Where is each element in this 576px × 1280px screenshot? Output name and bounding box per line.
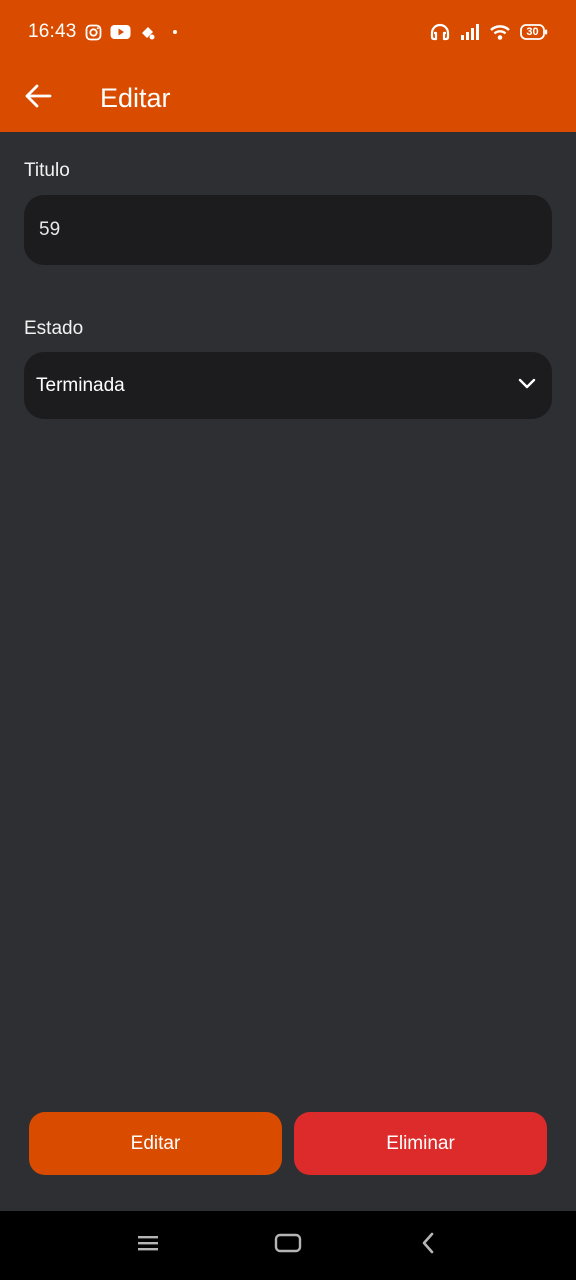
status-time: 16:43	[28, 21, 77, 42]
home-icon	[274, 1233, 302, 1258]
app-bar: Editar	[0, 64, 576, 132]
navigation-bar	[0, 1211, 576, 1280]
dot-icon	[172, 29, 178, 35]
youtube-icon	[110, 24, 131, 40]
status-left: 16:43	[28, 21, 178, 43]
signal-icon	[460, 23, 480, 41]
menu-icon	[137, 1234, 159, 1257]
back-icon	[421, 1232, 435, 1259]
state-select-value: Terminada	[36, 374, 125, 396]
instagram-icon	[85, 24, 102, 41]
wifi-icon	[489, 23, 511, 41]
system-back-button[interactable]	[408, 1226, 448, 1266]
battery-icon: 30	[520, 23, 548, 41]
status-right: 30	[429, 22, 548, 42]
page-title: Editar	[100, 82, 171, 113]
home-button[interactable]	[268, 1226, 308, 1266]
battery-level: 30	[526, 26, 539, 38]
headset-icon	[429, 22, 451, 42]
edit-button[interactable]: Editar	[29, 1112, 282, 1175]
edit-form: Titulo Estado Terminada	[24, 132, 552, 419]
chevron-down-icon	[518, 377, 536, 395]
title-label: Titulo	[24, 160, 70, 181]
back-button[interactable]	[0, 64, 76, 132]
menu-button[interactable]	[128, 1226, 168, 1266]
state-select[interactable]: Terminada	[24, 352, 552, 419]
screen: 16:43 30 Editar Titulo 59 Estado Termina…	[0, 0, 576, 1280]
state-label: Estado	[24, 318, 84, 339]
notification-icon	[139, 24, 156, 41]
action-buttons: Editar Eliminar	[29, 1112, 547, 1175]
status-bar: 16:43 30	[0, 0, 576, 64]
delete-button[interactable]: Eliminar	[294, 1112, 547, 1175]
arrow-left-icon	[24, 83, 52, 114]
title-input[interactable]	[24, 195, 552, 265]
